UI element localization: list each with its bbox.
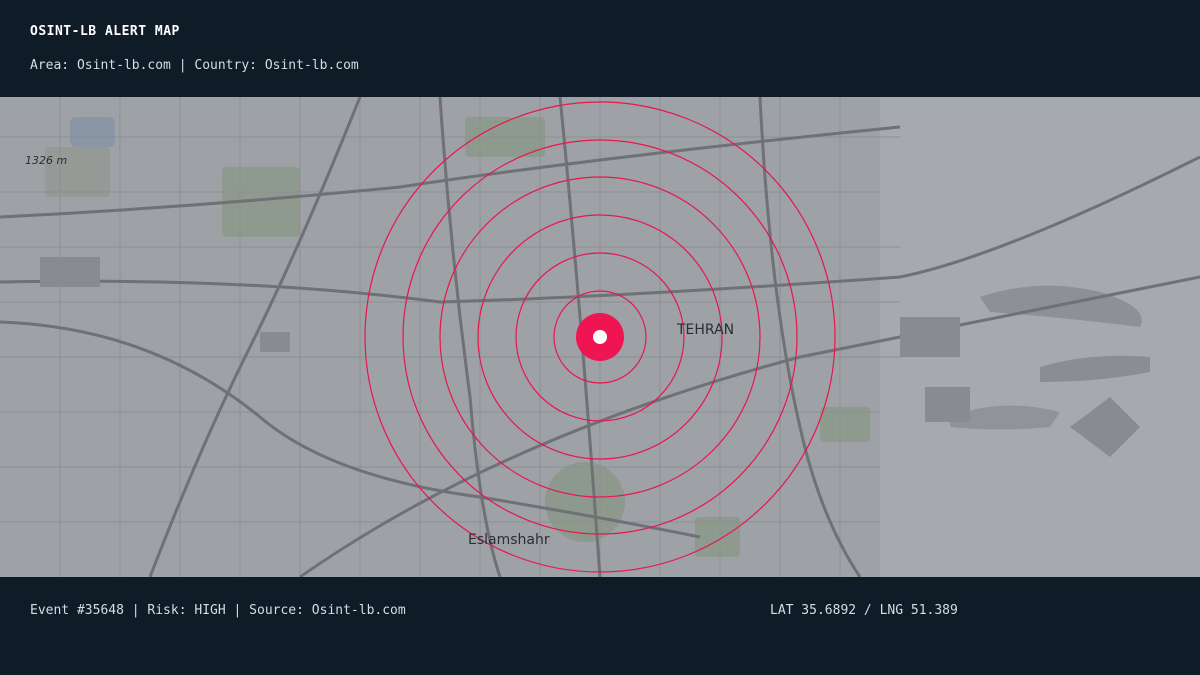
risk-level: Risk: HIGH [147, 603, 226, 618]
map-canvas [0, 97, 1200, 577]
header-bar: OSINT-LB ALERT MAP Area: Osint-lb.com | … [0, 0, 1200, 97]
event-info: Event #35648 | Risk: HIGH | Source: Osin… [30, 603, 406, 618]
alert-marker-center [593, 330, 607, 344]
city-label-tehran: TEHRAN [677, 322, 735, 338]
event-id: Event #35648 [30, 603, 124, 618]
elevation-label: 1326 m [25, 154, 68, 167]
coordinates-readout: LAT 35.6892 / LNG 51.389 [770, 603, 958, 618]
park-area [695, 517, 740, 557]
lake [70, 117, 115, 147]
separator: | [233, 603, 242, 618]
map-view[interactable]: TEHRAN Eslamshahr 1326 m [0, 97, 1200, 577]
separator: | [131, 603, 140, 618]
area-country-line: Area: Osint-lb.com | Country: Osint-lb.c… [30, 58, 359, 73]
area-value: Osint-lb.com [76, 58, 171, 73]
park-area [545, 462, 625, 542]
city-label-eslamshahr: Eslamshahr [468, 532, 550, 548]
area-label: Area: [30, 58, 70, 73]
country-value: Osint-lb.com [264, 58, 359, 73]
page-title: OSINT-LB ALERT MAP [30, 24, 180, 39]
country-label: Country: [194, 58, 257, 73]
footer-bar: Event #35648 | Risk: HIGH | Source: Osin… [0, 577, 1200, 675]
separator: | [178, 58, 187, 73]
source-info: Source: Osint-lb.com [249, 603, 406, 618]
